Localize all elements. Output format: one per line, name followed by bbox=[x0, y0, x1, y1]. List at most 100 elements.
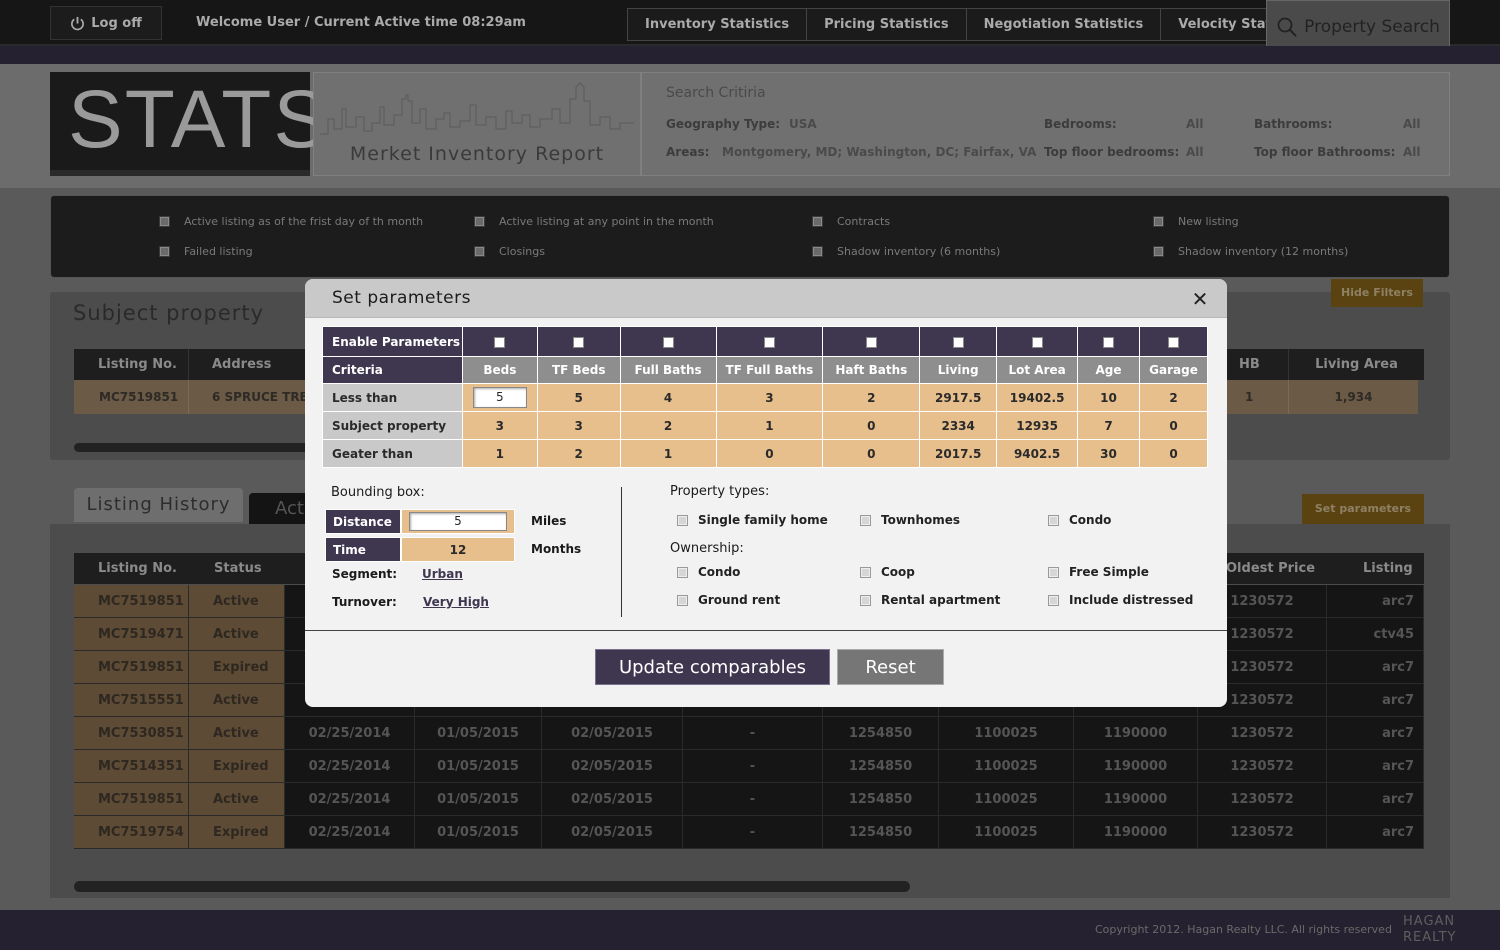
cell[interactable]: 5 bbox=[536, 383, 621, 412]
tab-negotiation-statistics[interactable]: Negotiation Statistics bbox=[966, 9, 1162, 40]
enable-beds[interactable] bbox=[461, 326, 538, 357]
checkbox[interactable] bbox=[677, 594, 688, 606]
checkbox[interactable] bbox=[1048, 566, 1059, 578]
checkbox[interactable] bbox=[474, 246, 485, 257]
less-than-beds-input[interactable]: 5 bbox=[472, 387, 527, 408]
checkbox[interactable] bbox=[662, 336, 674, 348]
checkbox[interactable] bbox=[1153, 246, 1164, 257]
criteria-title: Search Critiria bbox=[666, 85, 766, 101]
checkbox[interactable] bbox=[159, 246, 170, 257]
update-comparables-button[interactable]: Update comparables bbox=[595, 649, 830, 685]
checkbox[interactable] bbox=[860, 514, 871, 526]
checkbox[interactable] bbox=[677, 566, 688, 578]
table-row[interactable]: MC7519754 Expired 02/25/2014 01/05/2015 02/0… bbox=[74, 816, 1424, 849]
enable-full-baths[interactable] bbox=[619, 326, 717, 357]
cell[interactable]: 19402.5 bbox=[996, 383, 1079, 412]
cell[interactable]: 2017.5 bbox=[919, 439, 998, 468]
cell[interactable]: 10 bbox=[1077, 383, 1140, 412]
hide-filters-button[interactable]: Hide Filters bbox=[1331, 279, 1423, 307]
less-than-beds-cell[interactable]: 5 bbox=[461, 383, 538, 412]
set-parameters-button[interactable]: Set parameters bbox=[1302, 494, 1424, 524]
cell[interactable]: 9402.5 bbox=[996, 439, 1079, 468]
checkbox[interactable] bbox=[865, 336, 877, 348]
distance-cell[interactable]: 5 bbox=[401, 509, 515, 534]
cell[interactable]: 0 bbox=[822, 439, 921, 468]
checkbox[interactable] bbox=[763, 336, 775, 348]
enable-garage[interactable] bbox=[1138, 326, 1209, 357]
filter-contracts[interactable]: Contracts bbox=[812, 215, 890, 228]
enable-age[interactable] bbox=[1077, 326, 1140, 357]
filter-label: Failed listing bbox=[184, 245, 253, 258]
checkbox[interactable] bbox=[1048, 594, 1059, 606]
subject-scrollbar[interactable] bbox=[74, 443, 314, 452]
ownership-condo[interactable]: Condo bbox=[677, 565, 740, 579]
subject-title: Subject property bbox=[73, 301, 265, 325]
ownership-rental-apartment[interactable]: Rental apartment bbox=[860, 593, 1000, 607]
checkbox[interactable] bbox=[860, 594, 871, 606]
filter-active-any-point[interactable]: Active listing at any point in the month bbox=[474, 215, 714, 228]
logoff-button[interactable]: Log off bbox=[50, 6, 162, 40]
enable-tf-beds[interactable] bbox=[536, 326, 621, 357]
filter-new-listing[interactable]: New listing bbox=[1153, 215, 1239, 228]
cell[interactable]: 2 bbox=[536, 439, 621, 468]
time-unit: Months bbox=[531, 542, 582, 556]
checkbox[interactable] bbox=[1167, 336, 1179, 348]
enable-tf-full-baths[interactable] bbox=[715, 326, 824, 357]
checkbox[interactable] bbox=[812, 216, 823, 227]
enable-living[interactable] bbox=[919, 326, 998, 357]
filter-active-first-day[interactable]: Active listing as of the frist day of th… bbox=[159, 215, 423, 228]
checkbox[interactable] bbox=[812, 246, 823, 257]
option-single-family[interactable]: Single family home bbox=[677, 513, 828, 527]
cell[interactable]: 2917.5 bbox=[919, 383, 998, 412]
checkbox[interactable] bbox=[494, 336, 506, 348]
history-scrollbar[interactable] bbox=[74, 881, 910, 892]
filter-shadow-6[interactable]: Shadow inventory (6 months) bbox=[812, 245, 1000, 258]
table-row[interactable]: MC7530851 Active 02/25/2014 01/05/2015 02/05… bbox=[74, 717, 1424, 750]
ownership-free-simple[interactable]: Free Simple bbox=[1048, 565, 1149, 579]
filter-closings[interactable]: Closings bbox=[474, 245, 545, 258]
reset-button[interactable]: Reset bbox=[837, 649, 944, 685]
checkbox[interactable] bbox=[860, 566, 871, 578]
checkbox[interactable] bbox=[1153, 216, 1164, 227]
ownership-include-distressed[interactable]: Include distressed bbox=[1048, 593, 1193, 607]
cell[interactable]: 2 bbox=[1138, 383, 1209, 412]
time-value[interactable]: 12 bbox=[401, 537, 515, 562]
cell[interactable]: 0 bbox=[715, 439, 824, 468]
checkbox[interactable] bbox=[952, 336, 964, 348]
cell[interactable]: 0 bbox=[1138, 439, 1209, 468]
cell[interactable]: 4 bbox=[619, 383, 717, 412]
cell[interactable]: 2 bbox=[822, 383, 921, 412]
checkbox[interactable] bbox=[1048, 514, 1059, 526]
enable-haft-baths[interactable] bbox=[822, 326, 921, 357]
col-listing-no: Listing No. bbox=[98, 561, 177, 576]
turnover-link[interactable]: Very High bbox=[423, 595, 489, 609]
checkbox[interactable] bbox=[474, 216, 485, 227]
segment-link[interactable]: Urban bbox=[422, 567, 463, 581]
option-townhomes[interactable]: Townhomes bbox=[860, 513, 960, 527]
checkbox[interactable] bbox=[1103, 336, 1115, 348]
cell[interactable]: 1 bbox=[619, 439, 717, 468]
ownership-coop[interactable]: Coop bbox=[860, 565, 915, 579]
checkbox[interactable] bbox=[1031, 336, 1043, 348]
enable-lot-area[interactable] bbox=[996, 326, 1079, 357]
tab-inventory-statistics[interactable]: Inventory Statistics bbox=[628, 9, 808, 40]
table-row[interactable]: MC7519851 Active 02/25/2014 01/05/2015 02/05… bbox=[74, 783, 1424, 816]
checkbox[interactable] bbox=[159, 216, 170, 227]
distance-input[interactable]: 5 bbox=[409, 512, 507, 531]
tab-listing-history[interactable]: Listing History bbox=[74, 488, 243, 522]
checkbox[interactable] bbox=[677, 514, 688, 526]
cell[interactable]: 3 bbox=[715, 383, 824, 412]
option-condo[interactable]: Condo bbox=[1048, 513, 1111, 527]
geography-value: USA bbox=[789, 117, 817, 131]
cell[interactable]: 1 bbox=[461, 439, 538, 468]
checkbox[interactable] bbox=[573, 336, 585, 348]
filter-shadow-12[interactable]: Shadow inventory (12 months) bbox=[1153, 245, 1348, 258]
tab-active[interactable]: Act bbox=[249, 493, 309, 524]
filter-failed-listing[interactable]: Failed listing bbox=[159, 245, 253, 258]
cell[interactable]: 30 bbox=[1077, 439, 1140, 468]
tab-pricing-statistics[interactable]: Pricing Statistics bbox=[807, 9, 967, 40]
ownership-ground-rent[interactable]: Ground rent bbox=[677, 593, 780, 607]
table-row[interactable]: MC7514351 Expired 02/25/2014 01/05/2015 02/0… bbox=[74, 750, 1424, 783]
close-icon[interactable]: ✕ bbox=[1189, 288, 1211, 310]
date-cell: 02/25/2014 bbox=[285, 750, 415, 782]
